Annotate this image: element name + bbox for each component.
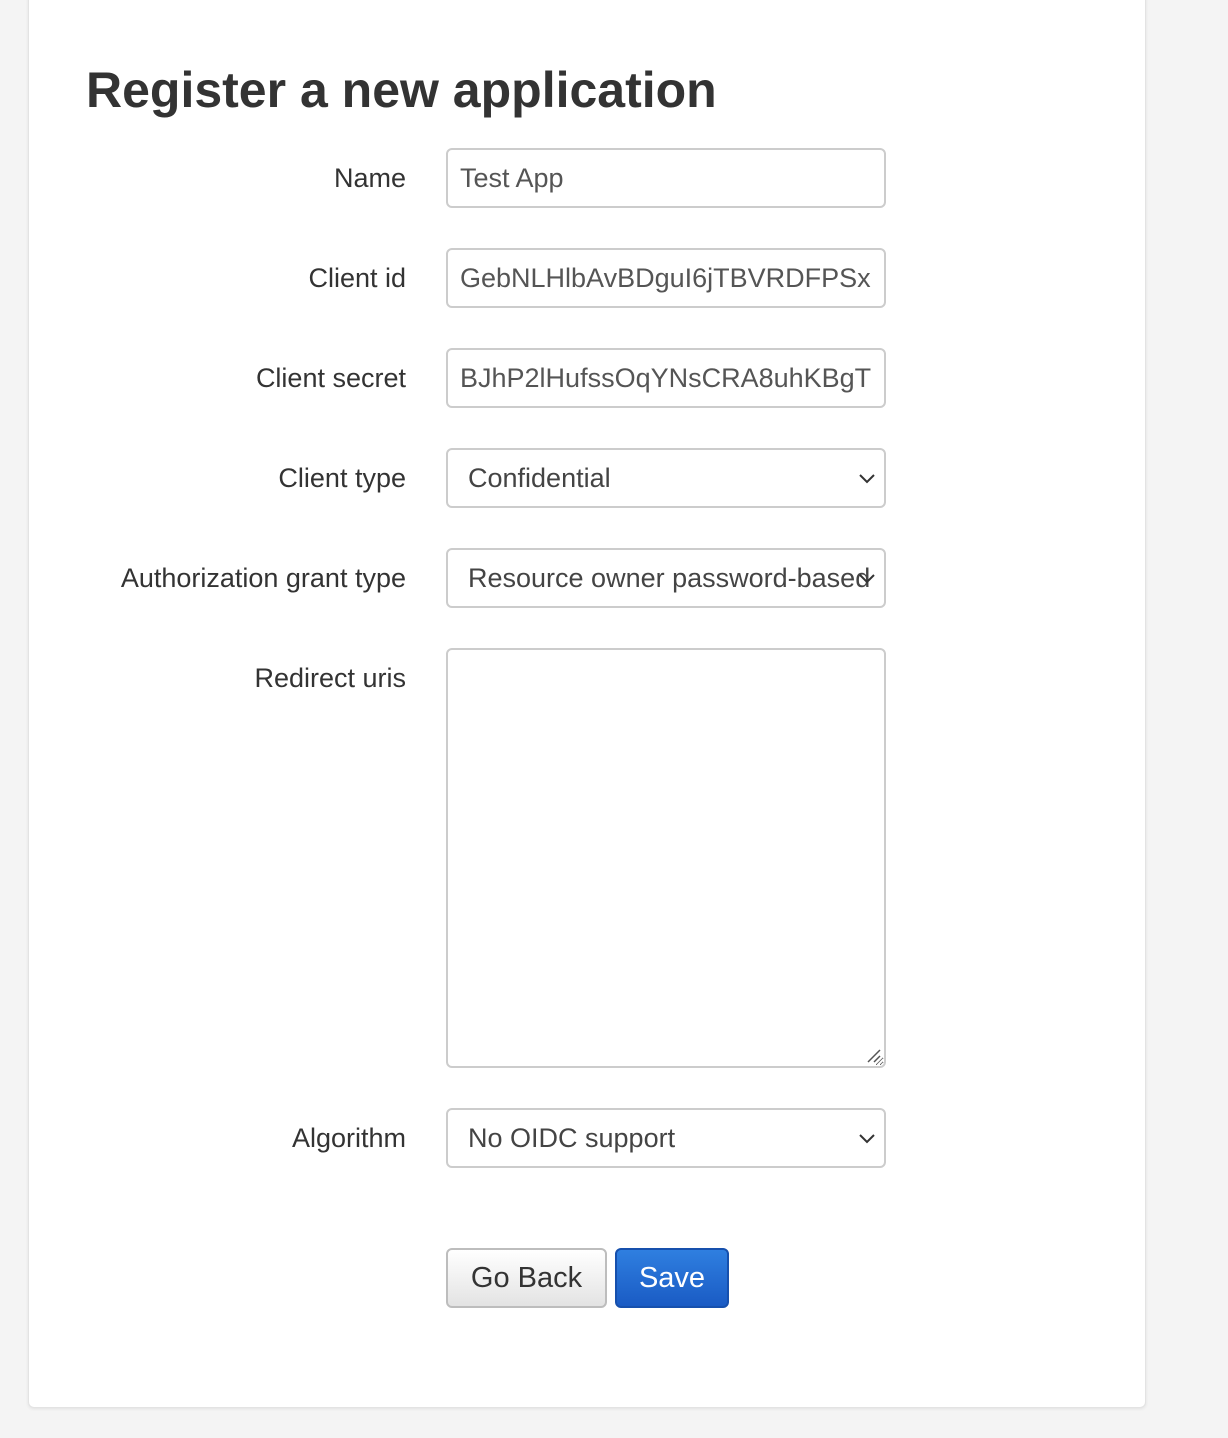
client-secret-input[interactable] bbox=[446, 348, 886, 408]
grant-type-label: Authorization grant type bbox=[120, 563, 406, 593]
name-label: Name bbox=[333, 163, 406, 193]
redirect-uris-textarea[interactable] bbox=[446, 648, 886, 1068]
page-title: Register a new application bbox=[86, 62, 717, 118]
redirect-uris-label: Redirect uris bbox=[254, 663, 406, 693]
chevron-down-icon bbox=[859, 574, 875, 584]
algorithm-label: Algorithm bbox=[291, 1123, 406, 1153]
save-button[interactable]: Save bbox=[615, 1248, 729, 1308]
algorithm-select[interactable]: No OIDC support bbox=[446, 1108, 886, 1168]
chevron-down-icon bbox=[859, 1134, 875, 1144]
name-input[interactable] bbox=[446, 148, 886, 208]
grant-type-selected-value: Resource owner password-based bbox=[468, 563, 871, 593]
client-type-selected-value: Confidential bbox=[468, 463, 611, 493]
client-id-label: Client id bbox=[308, 263, 406, 293]
client-type-label: Client type bbox=[278, 463, 406, 493]
client-secret-label: Client secret bbox=[255, 363, 406, 393]
chevron-down-icon bbox=[859, 474, 875, 484]
grant-type-select[interactable]: Resource owner password-based bbox=[446, 548, 886, 608]
client-id-input[interactable] bbox=[446, 248, 886, 308]
client-type-select[interactable]: Confidential bbox=[446, 448, 886, 508]
go-back-button[interactable]: Go Back bbox=[446, 1248, 607, 1308]
algorithm-selected-value: No OIDC support bbox=[468, 1123, 676, 1153]
